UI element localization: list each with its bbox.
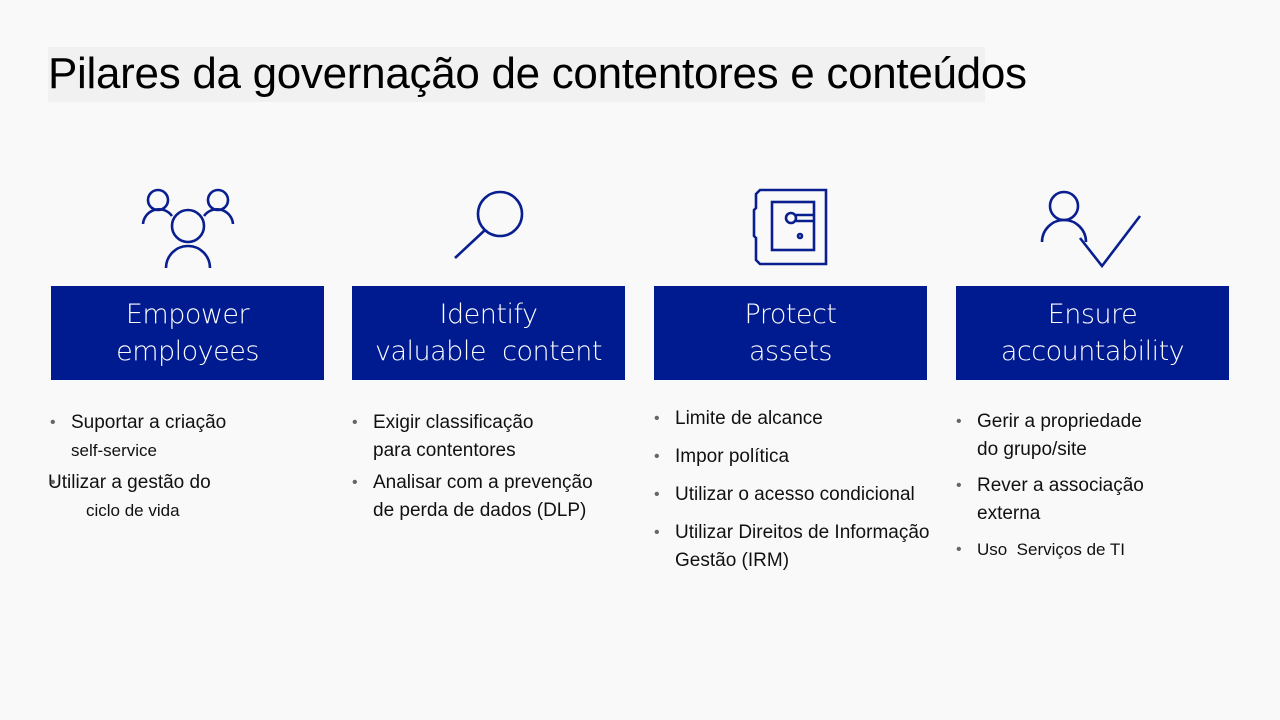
- pillar-title-line1: Ensure: [1047, 299, 1138, 330]
- bullet-text: Analisar com a prevenção: [373, 472, 593, 493]
- bullet-item: Analisar com a prevenção de perda de dad…: [352, 469, 593, 525]
- bullet-item: Uso Serviços de TI: [956, 536, 1144, 564]
- bullet-list-protect: Limite de alcance Impor política Utiliza…: [654, 405, 929, 575]
- bullet-item: Gerir a propriedade do grupo/site: [956, 408, 1144, 464]
- pillar-empower-employees: Empower employees: [51, 286, 324, 380]
- bullet-text-cont: de perda de dados (DLP): [373, 500, 587, 521]
- bullet-text: Exigir classificação: [373, 412, 534, 433]
- pillar-title-line2: assets: [749, 336, 832, 367]
- bullet-text: Uso Serviços de TI: [977, 540, 1126, 559]
- magnifier-icon: [452, 188, 528, 262]
- bullet-text: Utilizar o acesso condicional: [675, 484, 915, 505]
- pillar-title-line2: valuable content: [375, 336, 602, 367]
- bullet-text: Gerir a propriedade: [977, 411, 1142, 432]
- bullet-item: Exigir classificação para contentores: [352, 409, 593, 465]
- bullet-text: Utilizar Direitos de Informação: [675, 522, 930, 543]
- bullet-list-identify: Exigir classificação para contentores An…: [352, 409, 593, 525]
- bullet-text-cont: self-service: [71, 441, 157, 460]
- bullet-list-ensure: Gerir a propriedade do grupo/site Rever …: [956, 408, 1144, 564]
- pillar-title-line1: Protect: [744, 299, 837, 330]
- bullet-item: Limite de alcance: [654, 405, 929, 433]
- bullet-text-cont: externa: [977, 503, 1041, 524]
- bullet-text: Utilizar a gestão do: [48, 472, 211, 493]
- bullet-text-cont: do grupo/site: [977, 439, 1087, 460]
- bullet-text: Rever a associação: [977, 475, 1144, 496]
- pillar-ensure-accountability: Ensure accountability: [956, 286, 1229, 380]
- pillar-protect-assets: Protect assets: [654, 286, 927, 380]
- bullet-item: Utilizar a gestão do ciclo de vida: [48, 469, 226, 525]
- bullet-item: Utilizar Direitos de Informação Gestão (…: [654, 519, 929, 575]
- bullet-list-empower: Suportar a criação self-service Utilizar…: [48, 409, 226, 525]
- bullet-text: Suportar a criação: [71, 412, 227, 433]
- bullet-item: Suportar a criação self-service: [50, 409, 226, 465]
- pillar-title-line2: employees: [116, 336, 259, 367]
- page-title: Pilares da governação de contentores e c…: [48, 49, 1027, 98]
- vault-icon: [752, 188, 830, 268]
- pillar-title-line2: accountability: [1000, 336, 1185, 367]
- people-group-icon: [140, 186, 236, 270]
- bullet-item: Utilizar o acesso condicional: [654, 481, 929, 509]
- pillar-identify-valuable-content: Identify valuable content: [352, 286, 625, 380]
- pillar-title-line1: Empower: [125, 299, 250, 330]
- bullet-text: Limite de alcance: [675, 408, 823, 429]
- bullet-item: Rever a associação externa: [956, 472, 1144, 528]
- pillar-title-line1: Identify: [439, 299, 538, 330]
- bullet-text-cont: Gestão (IRM): [675, 550, 790, 571]
- user-check-icon: [1040, 188, 1144, 270]
- bullet-text-cont: para contentores: [373, 440, 516, 461]
- bullet-text-cont: ciclo de vida: [86, 501, 180, 520]
- bullet-text: Impor política: [675, 446, 790, 467]
- bullet-item: Impor política: [654, 443, 929, 471]
